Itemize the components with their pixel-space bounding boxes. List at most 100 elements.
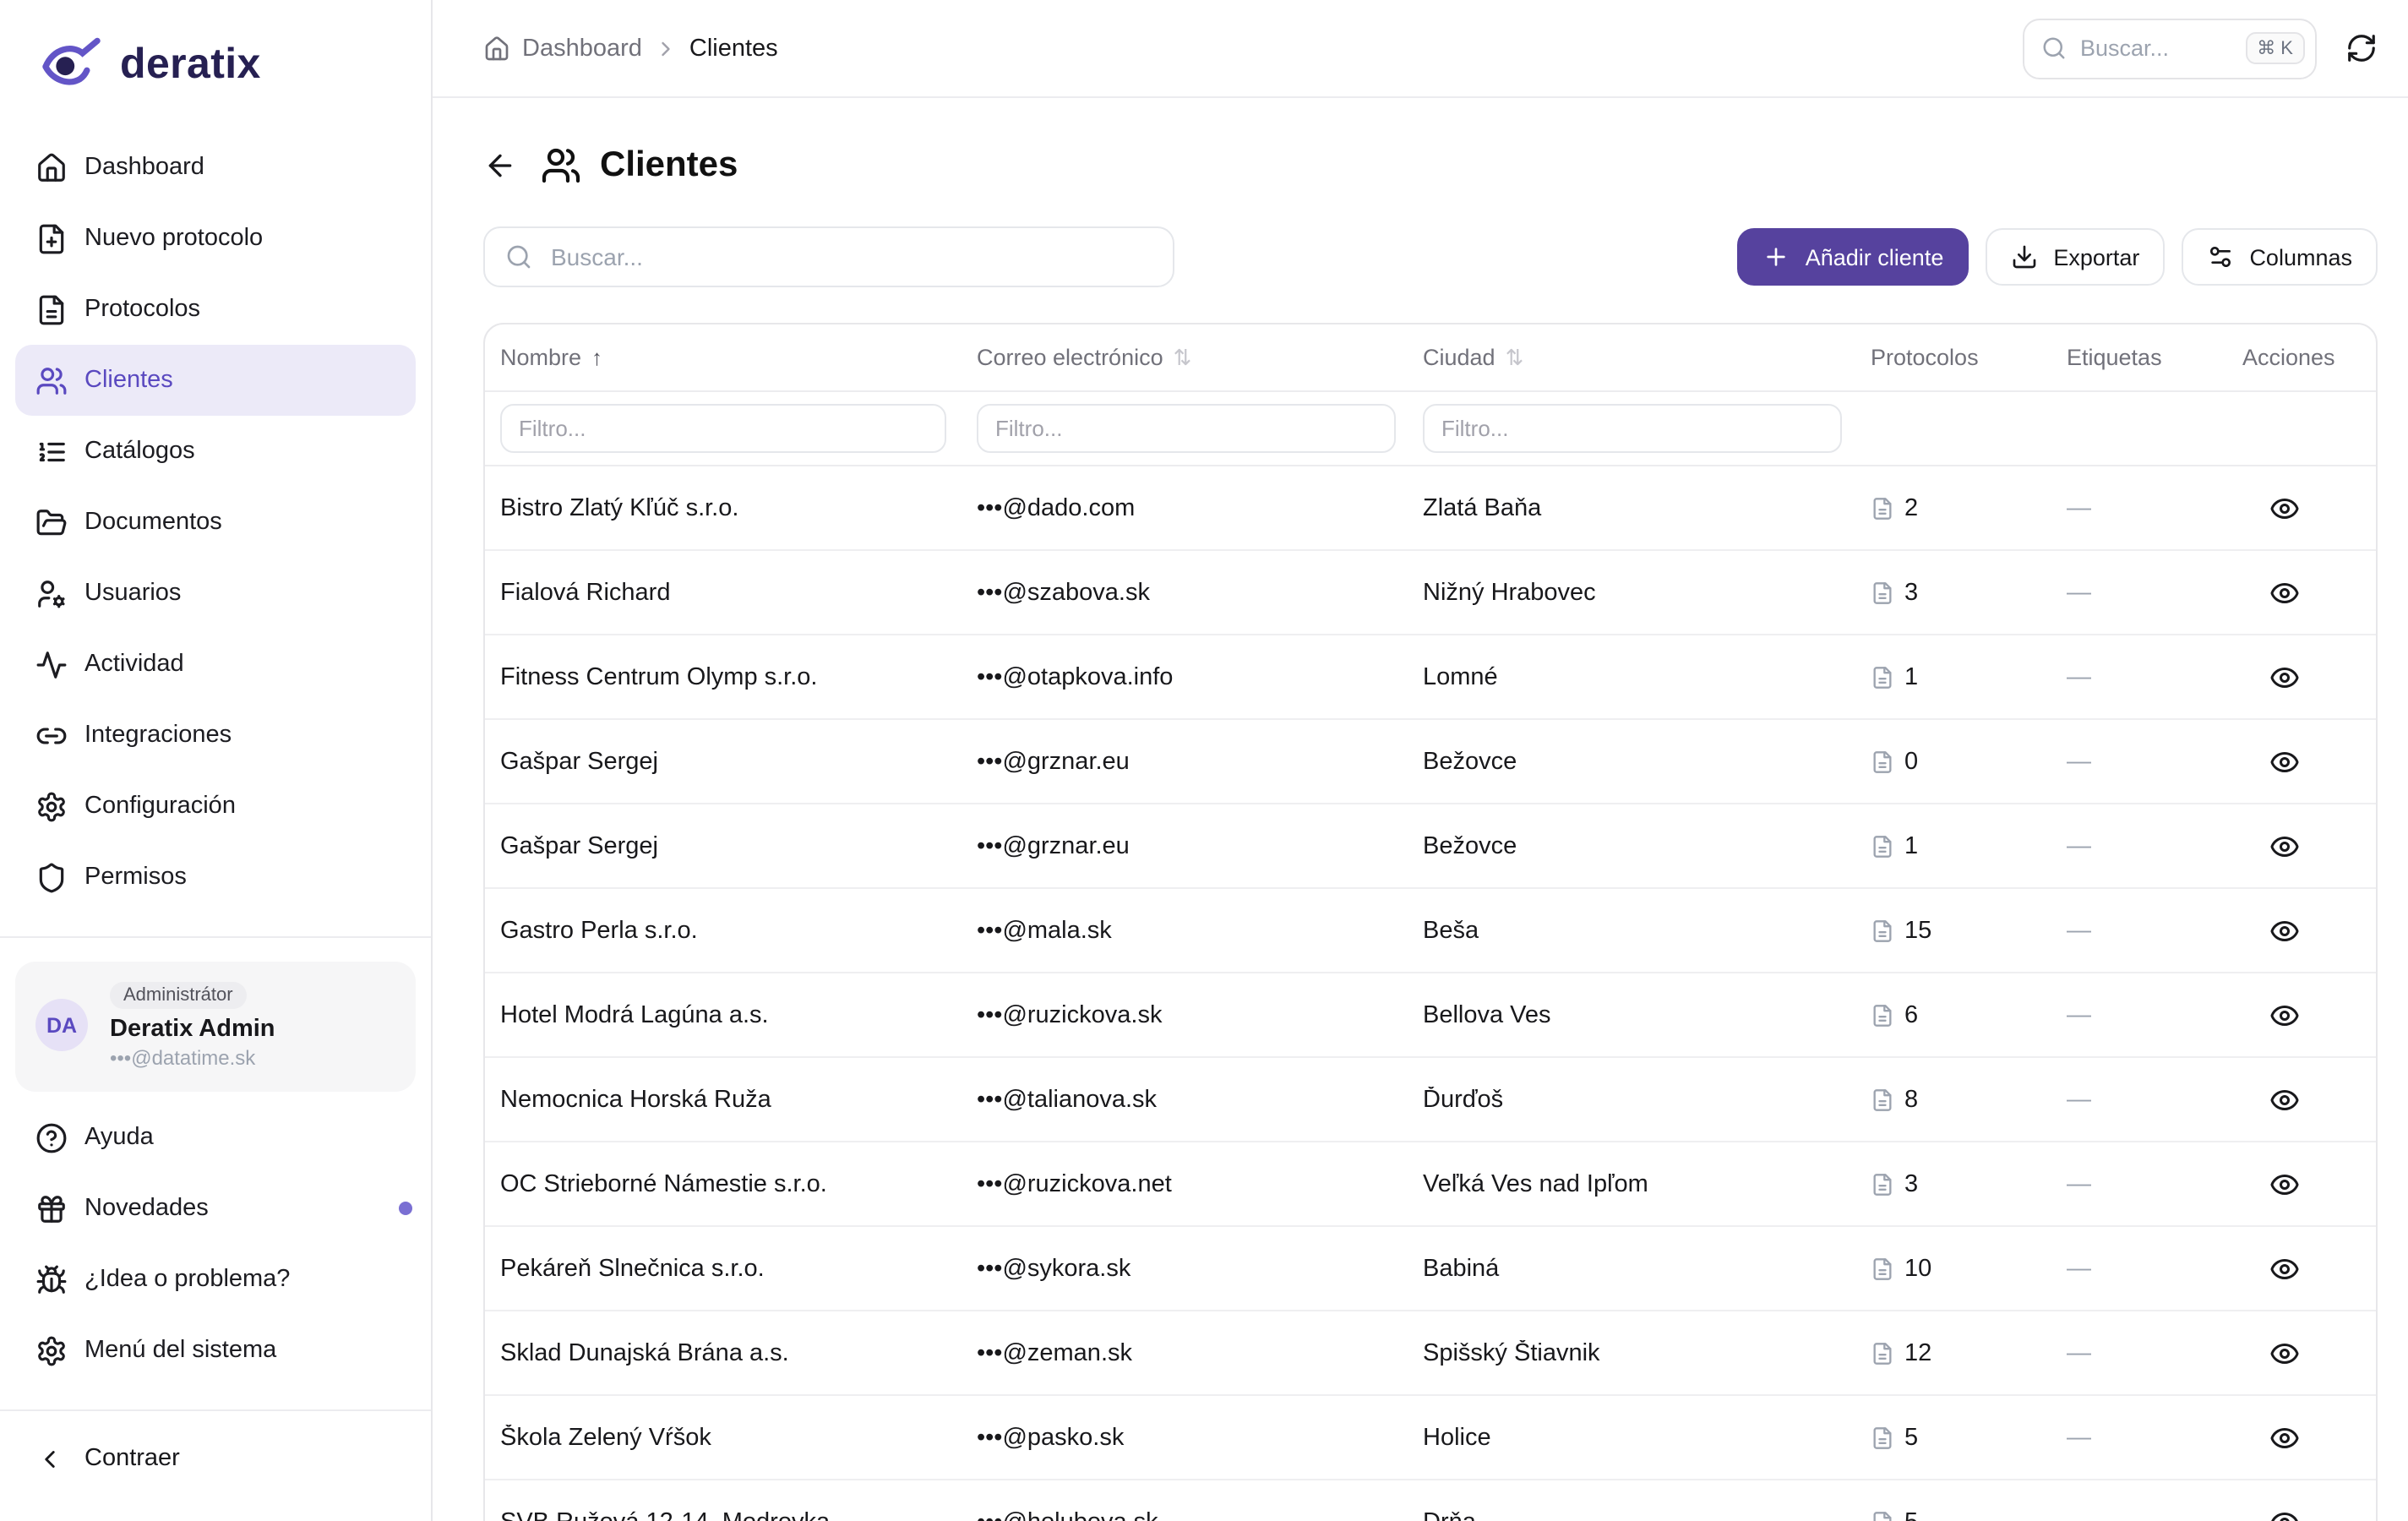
- protocols-count: 15: [1904, 917, 1931, 944]
- sidebar-footer-nav: Ayuda Novedades ¿Idea o problema? Menú d…: [0, 1092, 431, 1386]
- view-client-button[interactable]: [2269, 662, 2300, 692]
- cell-tags: —: [2051, 663, 2227, 690]
- file-text-icon: [1871, 834, 1894, 858]
- app-window: deratix Dashboard Nuevo protocolo Protoc…: [0, 0, 2408, 1521]
- deratix-eye-logo-icon: [41, 37, 105, 91]
- table-row[interactable]: Gašpar Sergej •••@grznar.eu Bežovce 1 —: [485, 804, 2376, 889]
- eye-icon: [2269, 1338, 2300, 1368]
- sidebar-item-idea-problema[interactable]: ¿Idea o problema?: [15, 1244, 416, 1315]
- table-row[interactable]: SVB Ružová 12-14, Modrovka •••@holubova.…: [485, 1480, 2376, 1521]
- cell-email: •••@zeman.sk: [962, 1339, 1408, 1366]
- user-card[interactable]: DA Administrátor Deratix Admin •••@datat…: [15, 962, 416, 1092]
- columns-button[interactable]: Columnas: [2182, 228, 2378, 286]
- view-client-button[interactable]: [2269, 1084, 2300, 1115]
- cell-tags: —: [2051, 1424, 2227, 1451]
- file-text-icon: [1871, 1088, 1894, 1111]
- filter-nombre-input[interactable]: [500, 404, 946, 453]
- view-client-button[interactable]: [2269, 1338, 2300, 1368]
- sidebar-item-usuarios[interactable]: Usuarios: [15, 558, 416, 629]
- view-client-button[interactable]: [2269, 1000, 2300, 1030]
- cell-city: Holice: [1408, 1424, 1855, 1451]
- view-client-button[interactable]: [2269, 577, 2300, 608]
- cell-city: Bežovce: [1408, 748, 1855, 775]
- breadcrumb-dashboard[interactable]: Dashboard: [522, 35, 642, 62]
- column-header-nombre[interactable]: Nombre ↑: [485, 345, 962, 370]
- view-client-button[interactable]: [2269, 1169, 2300, 1199]
- eye-icon: [2269, 746, 2300, 777]
- sidebar-item-documentos[interactable]: Documentos: [15, 487, 416, 558]
- sort-asc-icon: ↑: [591, 345, 602, 370]
- gear-icon: [35, 1334, 68, 1366]
- eye-icon: [2269, 577, 2300, 608]
- sidebar-item-nuevo-protocolo[interactable]: Nuevo protocolo: [15, 203, 416, 274]
- sidebar-item-integraciones[interactable]: Integraciones: [15, 700, 416, 771]
- table-row[interactable]: OC Strieborné Námestie s.r.o. •••@ruzick…: [485, 1142, 2376, 1227]
- sidebar-item-permisos[interactable]: Permisos: [15, 842, 416, 913]
- view-client-button[interactable]: [2269, 493, 2300, 523]
- protocols-count: 1: [1904, 832, 1918, 859]
- brand-logo[interactable]: deratix: [0, 0, 431, 118]
- protocols-count: 5: [1904, 1508, 1918, 1521]
- cell-protocols: 8: [1855, 1086, 2051, 1113]
- table-row[interactable]: Gašpar Sergej •••@grznar.eu Bežovce 0 —: [485, 720, 2376, 804]
- view-client-button[interactable]: [2269, 1507, 2300, 1521]
- global-search[interactable]: Buscar... ⌘ K: [2023, 18, 2317, 79]
- cell-name: Hotel Modrá Lagúna a.s.: [485, 1001, 962, 1028]
- sidebar-item-protocolos[interactable]: Protocolos: [15, 274, 416, 345]
- table-row[interactable]: Nemocnica Horská Ruža •••@talianova.sk Ď…: [485, 1058, 2376, 1142]
- cell-protocols: 1: [1855, 832, 2051, 859]
- protocols-count: 3: [1904, 1170, 1918, 1197]
- table-row[interactable]: Pekáreň Slnečnica s.r.o. •••@sykora.sk B…: [485, 1227, 2376, 1311]
- sidebar-item-catalogos[interactable]: Catálogos: [15, 416, 416, 487]
- table-row[interactable]: Bistro Zlatý Kľúč s.r.o. •••@dado.com Zl…: [485, 466, 2376, 551]
- eye-icon: [2269, 1422, 2300, 1453]
- sidebar-item-label: Nuevo protocolo: [84, 225, 263, 252]
- filter-ciudad-input[interactable]: [1423, 404, 1842, 453]
- column-label: Protocolos: [1871, 345, 1979, 370]
- sidebar-item-novedades[interactable]: Novedades: [15, 1173, 416, 1244]
- chevron-left-icon: [35, 1444, 64, 1473]
- view-client-button[interactable]: [2269, 831, 2300, 861]
- sidebar-item-configuracion[interactable]: Configuración: [15, 771, 416, 842]
- sidebar-item-label: Actividad: [84, 651, 184, 678]
- activity-icon: [35, 648, 68, 680]
- table-row[interactable]: Gastro Perla s.r.o. •••@mala.sk Beša 15 …: [485, 889, 2376, 973]
- table-row[interactable]: Škola Zelený Vŕšok •••@pasko.sk Holice 5…: [485, 1396, 2376, 1480]
- export-button[interactable]: Exportar: [1986, 228, 2165, 286]
- cell-email: •••@mala.sk: [962, 917, 1408, 944]
- filter-correo-input[interactable]: [977, 404, 1396, 453]
- view-client-button[interactable]: [2269, 1422, 2300, 1453]
- column-header-ciudad[interactable]: Ciudad ⇅: [1408, 344, 1855, 371]
- page-title: Clientes: [541, 145, 738, 186]
- columns-label: Columnas: [2249, 244, 2352, 270]
- eye-icon: [2269, 831, 2300, 861]
- add-client-button[interactable]: Añadir cliente: [1738, 228, 1969, 286]
- view-client-button[interactable]: [2269, 746, 2300, 777]
- file-text-icon: [1871, 665, 1894, 689]
- shortcut-badge: ⌘ K: [2245, 32, 2305, 64]
- sidebar-item-clientes[interactable]: Clientes: [15, 345, 416, 416]
- user-cog-icon: [35, 577, 68, 609]
- collapse-sidebar-button[interactable]: Contraer: [0, 1421, 431, 1496]
- cell-name: Gašpar Sergej: [485, 748, 962, 775]
- view-client-button[interactable]: [2269, 915, 2300, 946]
- eye-icon: [2269, 1507, 2300, 1521]
- sidebar-item-menu-sistema[interactable]: Menú del sistema: [15, 1315, 416, 1386]
- refresh-button[interactable]: [2345, 32, 2378, 64]
- table-row[interactable]: Fitness Centrum Olymp s.r.o. •••@otapkov…: [485, 635, 2376, 720]
- sidebar-item-actividad[interactable]: Actividad: [15, 629, 416, 700]
- eye-icon: [2269, 1084, 2300, 1115]
- column-header-correo[interactable]: Correo electrónico ⇅: [962, 344, 1408, 371]
- toolbar-buttons: Añadir cliente Exportar Columnas: [1738, 228, 2378, 286]
- table-search-input[interactable]: [548, 242, 1152, 272]
- back-button[interactable]: [483, 149, 517, 183]
- cell-name: Fialová Richard: [485, 579, 962, 606]
- table-row[interactable]: Sklad Dunajská Brána a.s. •••@zeman.sk S…: [485, 1311, 2376, 1396]
- table-row[interactable]: Hotel Modrá Lagúna a.s. •••@ruzickova.sk…: [485, 973, 2376, 1058]
- sidebar-item-dashboard[interactable]: Dashboard: [15, 132, 416, 203]
- sidebar-item-ayuda[interactable]: Ayuda: [15, 1102, 416, 1173]
- protocols-count: 12: [1904, 1339, 1931, 1366]
- view-client-button[interactable]: [2269, 1253, 2300, 1284]
- table-row[interactable]: Fialová Richard •••@szabova.sk Nižný Hra…: [485, 551, 2376, 635]
- table-search[interactable]: [483, 226, 1174, 287]
